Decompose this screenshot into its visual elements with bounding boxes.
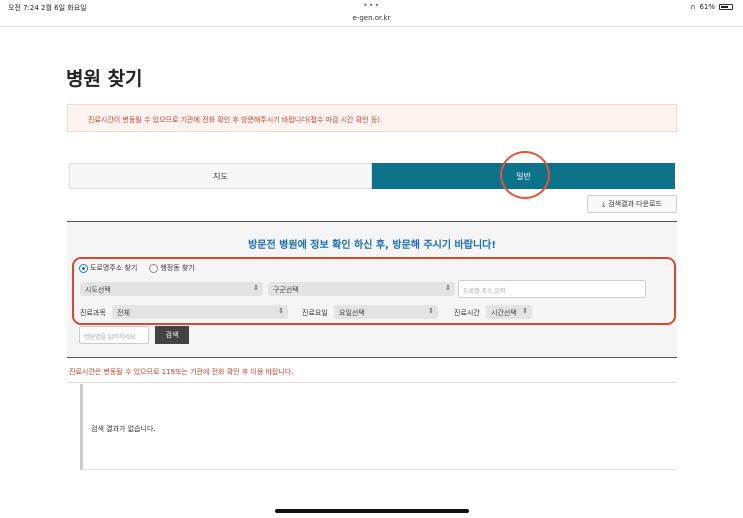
highlight-circle (500, 151, 550, 199)
time-select[interactable]: 시간선택 ⇕ (486, 305, 532, 319)
dept-value: 전체 (117, 309, 130, 317)
select-arrow-icon: ⇕ (428, 307, 434, 315)
radio-checked-icon[interactable] (79, 263, 88, 273)
radio-unchecked-icon[interactable] (149, 263, 159, 273)
battery-icon (719, 4, 733, 10)
time-label: 진료시간 (454, 309, 480, 317)
select-arrow-icon: ⇕ (445, 284, 451, 292)
divider (0, 26, 743, 27)
gugun-value: 구군선택 (273, 286, 299, 294)
status-right: ∩ 61% (690, 3, 733, 11)
day-value: 요일선택 (339, 309, 365, 317)
select-arrow-icon: ⇕ (522, 307, 528, 315)
page-title: 병원 찾기 (66, 68, 143, 90)
download-label: 검색결과 다운로드 (608, 200, 662, 208)
select-arrow-icon: ⇕ (278, 307, 284, 315)
view-tabs: 지도 일반 (69, 163, 675, 189)
results-warning: 진료시간은 변동될 수 있으므로 119또는 기관에 전화 확인 후 이용 바랍… (69, 368, 294, 376)
time-value: 시간선택 (491, 309, 517, 317)
address-type-radios: 도로명주소 찾기 행정동 찾기 (79, 263, 195, 273)
sido-select[interactable]: 시도선택 ⇕ (80, 282, 263, 296)
select-arrow-icon: ⇕ (253, 284, 259, 292)
radio-road-address[interactable]: 도로명주소 찾기 (79, 263, 137, 273)
search-button[interactable]: 검색 (155, 326, 189, 344)
gugun-select[interactable]: 구군선택 ⇕ (268, 282, 455, 296)
more-icon[interactable]: ••• (363, 1, 380, 10)
headphones-icon: ∩ (690, 3, 696, 11)
results-divider (67, 382, 677, 383)
empty-results-message: 검색 결과가 없습니다. (91, 425, 156, 433)
url-bar[interactable]: e-gen.or.kr (0, 14, 743, 22)
download-results-button[interactable]: ⤓ 검색결과 다운로드 (587, 195, 677, 213)
notice-text: 진료시간이 변동될 수 있으므로 기관에 전화 확인 후 방문해주시기 바랍니다… (88, 116, 383, 124)
panel-heading: 방문전 병원에 정보 확인 하신 후, 방문해 주시기 바랍니다! (248, 240, 496, 251)
dept-select[interactable]: 전체 ⇕ (112, 305, 288, 319)
results-area: 검색 결과가 없습니다. (80, 384, 677, 470)
road-address-input[interactable]: 도로명 주소 입력 (458, 280, 646, 298)
notice-banner: 진료시간이 변동될 수 있으므로 기관에 전화 확인 후 방문해주시기 바랍니다… (67, 104, 677, 132)
hospital-name-input[interactable]: 병원명을 입력하세요 (79, 326, 149, 344)
battery-percent: 61% (699, 3, 715, 11)
day-label: 진료요일 (302, 309, 328, 317)
status-bar: 오전 7:24 2월 6일 화요일 ••• ∩ 61% (0, 0, 743, 14)
dept-label: 진료과목 (80, 309, 106, 317)
download-icon: ⤓ (602, 199, 606, 208)
status-time: 오전 7:24 2월 6일 화요일 (8, 4, 87, 12)
radio-admin-label: 행정동 찾기 (160, 264, 195, 272)
sido-value: 시도선택 (85, 286, 111, 294)
radio-admin-address[interactable]: 행정동 찾기 (149, 263, 195, 273)
tab-map[interactable]: 지도 (69, 163, 372, 189)
home-indicator[interactable] (275, 509, 469, 513)
radio-road-label: 도로명주소 찾기 (90, 264, 138, 272)
day-select[interactable]: 요일선택 ⇕ (334, 305, 438, 319)
